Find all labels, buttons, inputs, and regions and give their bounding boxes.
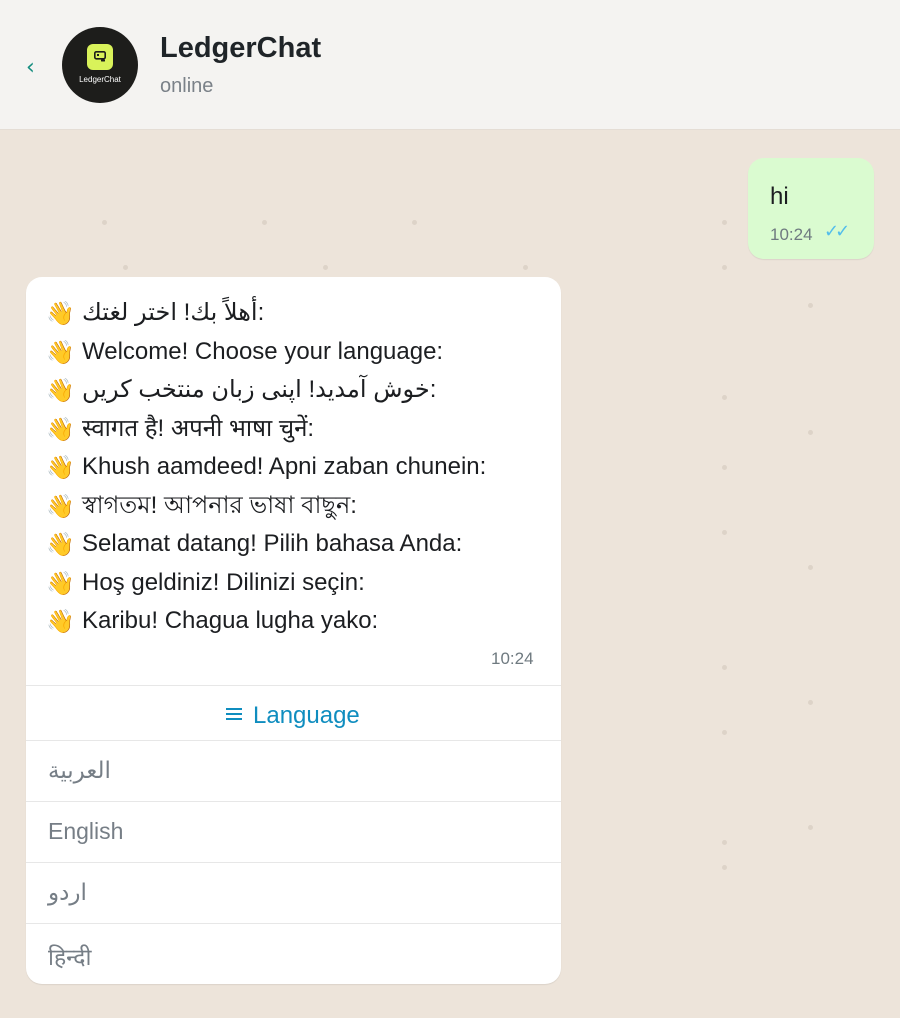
language-option-arabic[interactable]: العربية <box>26 741 561 801</box>
welcome-line-text: স্বাগতম! আপনার ভাষা বাছুন: <box>82 491 357 519</box>
wallpaper-dot <box>722 865 727 870</box>
message-time: 10:24 <box>491 649 534 668</box>
wave-emoji-icon: 👋 <box>46 454 75 481</box>
wallpaper-dot <box>722 730 727 735</box>
wave-emoji-icon: 👋 <box>46 608 75 635</box>
wallpaper-dot <box>412 220 417 225</box>
language-option-english[interactable]: English <box>26 802 561 862</box>
option-label: العربية <box>48 757 111 783</box>
welcome-line-text: Selamat datang! Pilih bahasa Anda: <box>82 530 463 558</box>
welcome-line: 👋 Selamat datang! Pilih bahasa Anda: <box>46 525 551 564</box>
logo-glyph <box>94 51 106 62</box>
incoming-message-bubble: 👋 أهلاً بك! اختر لغتك: 👋 Welcome! Choose y… <box>26 277 561 984</box>
welcome-line: 👋 أهلاً بك! اختر لغتك: <box>46 294 551 333</box>
message-text: hi <box>770 183 789 210</box>
message-time: 10:24 <box>770 225 813 244</box>
wallpaper-dot <box>722 395 727 400</box>
language-menu-button[interactable]: Language <box>26 687 561 741</box>
wallpaper-dot <box>722 840 727 845</box>
wallpaper-dot <box>123 265 128 270</box>
option-label: हिन्दी <box>48 944 92 970</box>
wave-emoji-icon: 👋 <box>46 377 75 404</box>
welcome-line-text: स्वागत है! अपनी भाषा चुनें: <box>82 414 315 442</box>
wallpaper-dot <box>808 303 813 308</box>
chat-header: ‹ LedgerChat LedgerChat online <box>0 0 900 130</box>
avatar-label: LedgerChat <box>79 75 121 84</box>
option-label: اردو <box>48 879 87 905</box>
welcome-line-text: Khush aamdeed! Apni zaban chunein: <box>82 453 487 481</box>
wallpaper-dot <box>808 565 813 570</box>
menu-list-icon <box>226 708 242 720</box>
outgoing-message-bubble[interactable]: hi 10:24 ✓✓ <box>748 158 874 259</box>
wallpaper-dot <box>808 700 813 705</box>
welcome-line-text: Welcome! Choose your language: <box>82 337 444 365</box>
welcome-line-text: أهلاً بك! اختر لغتك: <box>82 299 265 327</box>
divider <box>26 685 561 686</box>
wave-emoji-icon: 👋 <box>46 531 75 558</box>
wave-emoji-icon: 👋 <box>46 492 75 519</box>
chevron-left-icon: ‹ <box>26 55 35 80</box>
wallpaper-dot <box>722 265 727 270</box>
welcome-line: 👋 স্বাগতম! আপনার ভাষা বাছুন: <box>46 487 551 526</box>
wave-emoji-icon: 👋 <box>46 415 75 442</box>
wallpaper-dot <box>722 530 727 535</box>
presence-status: online <box>160 75 214 97</box>
chat-title: LedgerChat <box>160 32 322 64</box>
wave-emoji-icon: 👋 <box>46 569 75 596</box>
wallpaper-dot <box>722 465 727 470</box>
language-option-hindi[interactable]: हिन्दी <box>26 924 561 984</box>
wallpaper-dot <box>323 265 328 270</box>
welcome-line: 👋 خوش آمدید! اپنی زبان منتخب کریں: <box>46 371 551 410</box>
wave-emoji-icon: 👋 <box>46 300 75 327</box>
language-option-urdu[interactable]: اردو <box>26 863 561 923</box>
wallpaper-dot <box>808 430 813 435</box>
welcome-line: 👋 Welcome! Choose your language: <box>46 333 551 372</box>
wallpaper-dot <box>722 220 727 225</box>
avatar[interactable]: LedgerChat <box>62 27 138 103</box>
wallpaper-dot <box>722 665 727 670</box>
option-label: English <box>48 818 124 844</box>
wallpaper-dot <box>102 220 107 225</box>
wallpaper-dot <box>808 825 813 830</box>
welcome-line: 👋 Khush aamdeed! Apni zaban chunein: <box>46 448 551 487</box>
welcome-line: 👋 स्वागत है! अपनी भाषा चुनें: <box>46 410 551 449</box>
welcome-lines: 👋 أهلاً بك! اختر لغتك: 👋 Welcome! Choose y… <box>46 294 551 641</box>
wallpaper-dot <box>523 265 528 270</box>
welcome-line-text: Karibu! Chagua lugha yako: <box>82 607 379 635</box>
welcome-line: 👋 Hoş geldiniz! Dilinizi seçin: <box>46 564 551 603</box>
wave-emoji-icon: 👋 <box>46 338 75 365</box>
welcome-line: 👋 Karibu! Chagua lugha yako: <box>46 602 551 641</box>
wallpaper-dot <box>262 220 267 225</box>
read-receipt-icon: ✓✓ <box>824 221 850 242</box>
back-button[interactable]: ‹ <box>26 55 44 81</box>
welcome-line-text: Hoş geldiniz! Dilinizi seçin: <box>82 568 365 596</box>
language-menu-label: Language <box>253 702 360 729</box>
ledger-logo-icon <box>87 44 113 70</box>
welcome-line-text: خوش آمدید! اپنی زبان منتخب کریں: <box>82 376 437 404</box>
